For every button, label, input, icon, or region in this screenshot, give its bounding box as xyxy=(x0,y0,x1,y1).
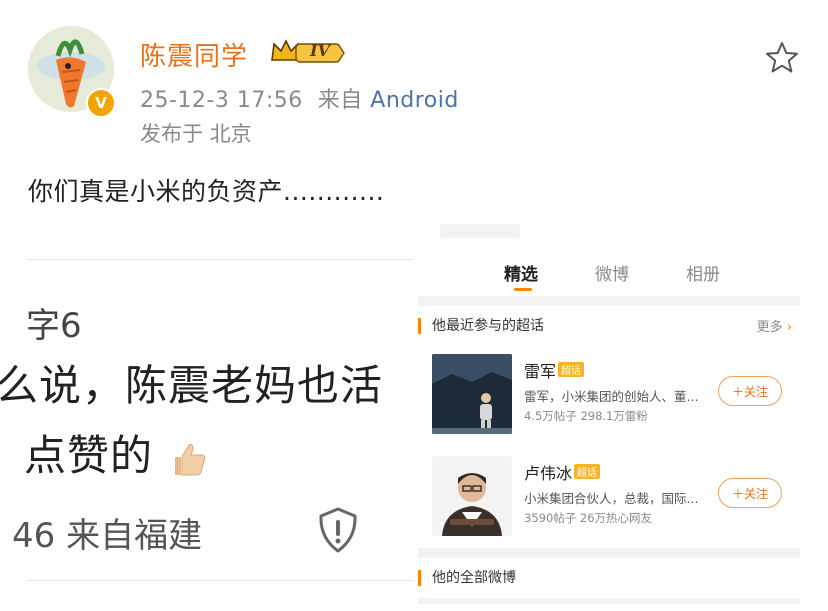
section-accent-bar xyxy=(418,318,421,334)
topic-stats: 4.5万帖子 298.1万雷粉 xyxy=(524,409,648,423)
comment-fragment-text: 点赞的 xyxy=(24,431,154,480)
vip-level-badge[interactable]: IV xyxy=(270,38,346,66)
topics-section-title: 他最近参与的超话 xyxy=(432,318,544,334)
super-topic-tag: 超话 xyxy=(558,362,585,377)
topics-section-header: 他最近参与的超话 更多 › xyxy=(418,308,800,344)
post-timestamp: 25-12-3 17:56 xyxy=(140,88,303,113)
tab-weibo[interactable]: 微博 xyxy=(595,260,629,285)
active-tab-indicator xyxy=(514,288,532,291)
super-topic-tag: 超话 xyxy=(574,464,601,479)
crown-icon xyxy=(271,39,345,63)
topic-name: 卢伟冰 超话 xyxy=(524,460,601,484)
star-outline-icon xyxy=(766,42,798,73)
comment-fragment-line-2: 么说，陈震老妈也活 xyxy=(0,361,384,410)
topic-description: 雷军，小米集团的创始人、董... xyxy=(524,389,699,404)
topic-name-text: 雷军 xyxy=(524,362,557,381)
post-location: 发布于 北京 xyxy=(140,122,252,146)
topic-name: 雷军 超话 xyxy=(524,358,585,382)
verified-v-icon: V xyxy=(86,88,116,118)
divider xyxy=(28,580,412,581)
more-label: 更多 xyxy=(756,320,783,335)
thumbs-up-emoji xyxy=(175,443,206,475)
topic-card[interactable]: 雷军 超话 雷军，小米集团的创始人、董... 4.5万帖子 298.1万雷粉 ＋关… xyxy=(432,354,792,438)
comment-fragment-line-3: 点赞的 xyxy=(24,422,209,483)
username[interactable]: 陈震同学 xyxy=(140,36,248,73)
topic-name-text: 卢伟冰 xyxy=(524,464,573,483)
post-text: 你们真是小米的负资产............ xyxy=(28,177,385,206)
embedded-profile-screenshot: 精选 微博 相册 他最近参与的超话 更多 › 雷军 超话 雷军，小米集团的创始人… xyxy=(418,222,828,611)
topic-image xyxy=(432,354,512,434)
all-posts-section-header: 他的全部微博 xyxy=(418,560,800,596)
level-badge-text: IV xyxy=(310,41,330,60)
follow-button[interactable]: ＋关注 xyxy=(718,376,782,406)
report-button[interactable] xyxy=(316,506,360,554)
more-topics-link[interactable]: 更多 › xyxy=(757,316,792,335)
all-posts-title: 他的全部微博 xyxy=(432,570,516,586)
topic-image xyxy=(432,456,512,536)
section-separator xyxy=(418,598,800,604)
shield-alert-icon xyxy=(319,507,357,553)
embedded-comment-screenshot: 字6 么说，陈震老妈也活 点赞的 46 来自福建 xyxy=(0,240,412,611)
post-source[interactable]: Android xyxy=(370,88,459,113)
from-prefix: 来自 xyxy=(317,88,363,113)
topic-stats: 3590帖子 26万热心网友 xyxy=(524,511,653,525)
tab-featured[interactable]: 精选 xyxy=(504,260,538,285)
comment-footer: 46 来自福建 xyxy=(12,516,203,556)
favorite-button[interactable] xyxy=(764,40,800,76)
topic-description: 小米集团合伙人，总裁，国际... xyxy=(524,491,699,506)
topic-card[interactable]: 卢伟冰 超话 小米集团合伙人，总裁，国际... 3590帖子 26万热心网友 ＋关… xyxy=(432,456,792,540)
person-photo-image xyxy=(432,354,512,434)
faded-header-remnant xyxy=(440,224,520,238)
section-accent-bar xyxy=(418,570,421,586)
person-photo-image xyxy=(432,456,512,536)
divider xyxy=(28,259,412,260)
comment-fragment-line-1: 字6 xyxy=(26,306,82,346)
post-meta: 25-12-3 17:56 来自 Android xyxy=(140,82,459,114)
section-separator xyxy=(418,296,800,306)
chevron-right-icon: › xyxy=(786,320,792,335)
tab-album[interactable]: 相册 xyxy=(686,260,720,285)
follow-button[interactable]: ＋关注 xyxy=(718,478,782,508)
section-separator xyxy=(418,548,800,558)
